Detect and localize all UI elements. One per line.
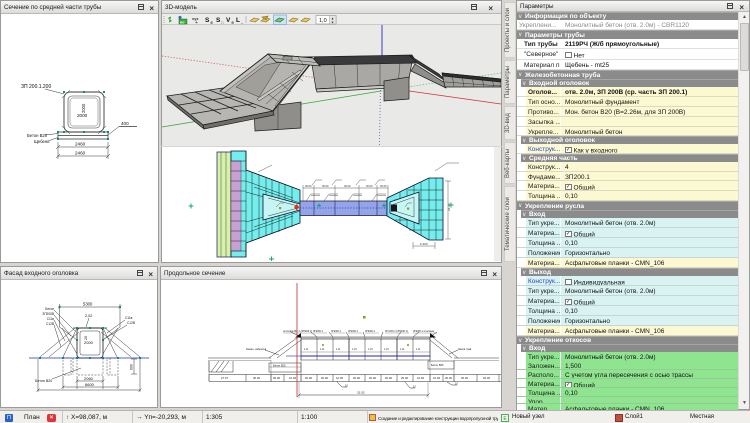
svg-text:30.00: 30.00 — [344, 184, 351, 188]
svg-text:1.10: 1.10 — [368, 348, 373, 351]
svg-text:30.00: 30.00 — [253, 376, 260, 380]
svg-text:2000: 2000 — [81, 103, 86, 113]
svg-text:30.00: 30.00 — [273, 376, 280, 380]
svg-text:Бетон В20: Бетон В20 — [27, 133, 48, 138]
svg-text:31.92: 31.92 — [357, 391, 365, 395]
svg-text:Засев трав: Засев трав — [458, 347, 472, 351]
svg-text:С12В: С12В — [127, 321, 135, 325]
svg-text:2460: 2460 — [75, 151, 86, 156]
svg-text:ЗП200.1: ЗП200.1 — [331, 329, 341, 333]
svg-text:1.11: 1.11 — [400, 348, 405, 351]
svg-text:30.00: 30.00 — [461, 376, 468, 380]
svg-text:Щебень: Щебень — [34, 139, 50, 144]
svg-text:2060: 2060 — [84, 376, 94, 381]
svg-text:10.00: 10.00 — [336, 376, 343, 380]
svg-text:5300: 5300 — [83, 301, 93, 306]
svg-text:20.00: 20.00 — [483, 376, 490, 380]
svg-text:оголовок ВХ 1 (ЗП200.1): оголовок ВХ 1 (ЗП200.1) — [283, 329, 312, 333]
svg-text:20: 20 — [84, 336, 88, 340]
svg-text:30.00: 30.00 — [366, 184, 373, 188]
svg-text:600: 600 — [130, 364, 134, 370]
svg-text:2,02: 2,02 — [85, 314, 92, 318]
svg-text:2460: 2460 — [75, 142, 86, 147]
svg-text:ЗП 200.1 (ЗП200.1): ЗП 200.1 (ЗП200.1) — [385, 329, 408, 333]
svg-text:27.07: 27.07 — [221, 376, 228, 380]
svg-text:20.00: 20.00 — [321, 376, 328, 380]
svg-text:20.00: 20.00 — [353, 376, 360, 380]
svg-text:20.00: 20.00 — [401, 376, 408, 380]
svg-text:С12В: С12В — [46, 322, 54, 326]
svg-text:▼: ▼ — [331, 21, 335, 25]
svg-text:20.00: 20.00 — [369, 376, 376, 380]
svg-text:10.00: 10.00 — [417, 376, 424, 380]
svg-text:10: 10 — [455, 382, 458, 386]
svg-text:Камен. наброска: Камен. наброска — [246, 347, 267, 351]
svg-text:ЗП200В: ЗП200В — [42, 312, 54, 316]
svg-text:1.10: 1.10 — [384, 348, 389, 351]
svg-text:6.300: 6.300 — [420, 242, 428, 246]
svg-text:30.00: 30.00 — [445, 376, 452, 380]
svg-text:С11в: С11в — [125, 316, 133, 320]
svg-text:10.06: 10.06 — [289, 376, 296, 380]
svg-text:30.00: 30.00 — [322, 184, 329, 188]
svg-text:20.00: 20.00 — [385, 376, 392, 380]
svg-text:ЗП200.1: ЗП200.1 — [365, 329, 375, 333]
svg-text:ЗП200.1 оголовок: ЗП200.1 оголовок — [413, 329, 435, 333]
svg-text:Бетон В25: Бетон В25 — [273, 364, 286, 368]
svg-text:1.11: 1.11 — [416, 348, 421, 351]
svg-text:Бетон В20: Бетон В20 — [35, 379, 52, 383]
svg-text:10: 10 — [413, 385, 416, 389]
svg-text:1.10: 1.10 — [352, 348, 357, 351]
svg-text:1.11: 1.11 — [336, 348, 341, 351]
svg-text:30.00: 30.00 — [305, 184, 312, 188]
svg-text:вс: вс — [180, 19, 185, 24]
svg-text:10: 10 — [345, 384, 348, 388]
svg-text:ЗП200.1: ЗП200.1 — [313, 329, 323, 333]
svg-text:1.11: 1.11 — [320, 348, 325, 351]
svg-text:20.00: 20.00 — [305, 376, 312, 380]
svg-text:С11в: С11в — [47, 317, 55, 321]
svg-text:Бетон В25: Бетон В25 — [431, 363, 444, 367]
svg-text:1.11: 1.11 — [304, 348, 309, 351]
svg-text:6600: 6600 — [85, 382, 95, 387]
svg-text:10.06: 10.06 — [433, 376, 440, 380]
svg-text:ЗП200.1: ЗП200.1 — [348, 329, 358, 333]
svg-text:30.00: 30.00 — [380, 184, 387, 188]
svg-text:24.20: 24.20 — [447, 203, 451, 211]
svg-text:ЗП 200.1.200: ЗП 200.1.200 — [21, 84, 51, 90]
svg-text:400: 400 — [121, 121, 129, 126]
svg-text:1,0: 1,0 — [319, 18, 327, 24]
svg-text:Бетон: Бетон — [45, 307, 54, 311]
